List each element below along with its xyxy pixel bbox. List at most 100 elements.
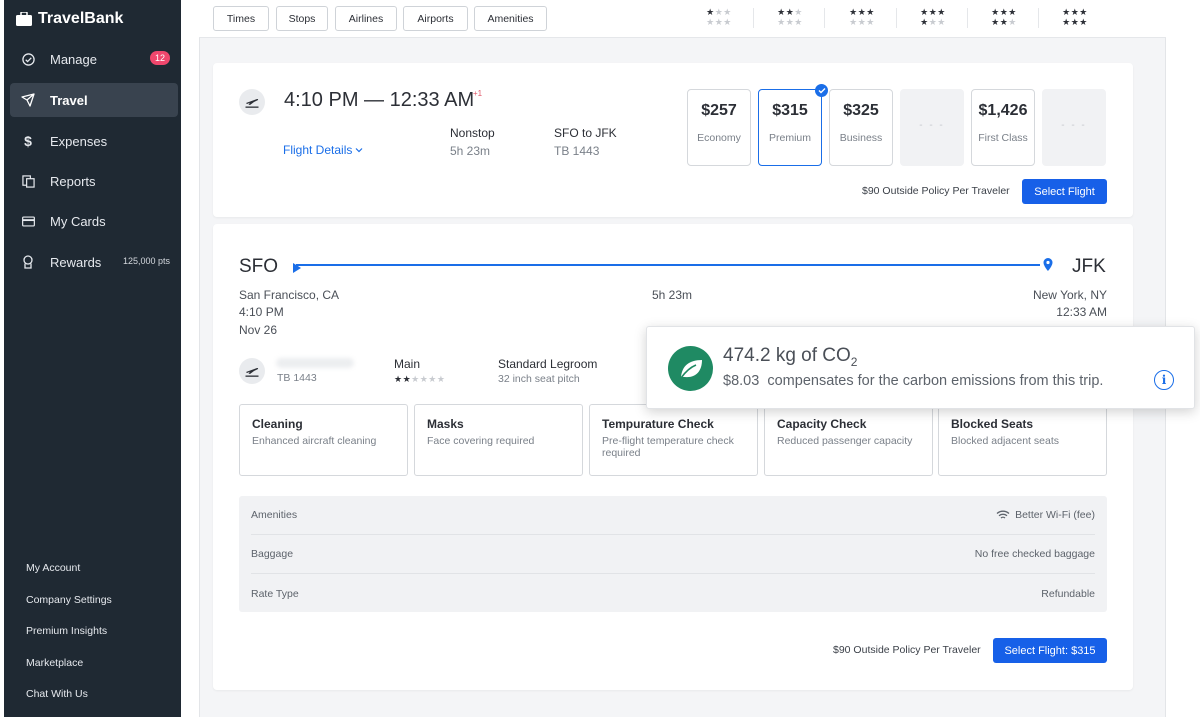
day-offset: +1 <box>473 89 483 98</box>
sidebar-item-rewards[interactable]: Rewards 125,000 pts <box>10 245 178 279</box>
legroom-title: Standard Legroom <box>498 357 598 371</box>
safety-blocked-seats: Blocked Seats Blocked adjacent seats <box>938 404 1107 476</box>
safety-desc: Enhanced aircraft cleaning <box>252 435 377 447</box>
cabin-rating-stars: ★★★★★★ <box>394 374 446 384</box>
selected-check-icon <box>815 84 828 97</box>
safety-title: Cleaning <box>252 417 303 431</box>
row-label: Amenities <box>251 509 298 521</box>
filter-airlines-button[interactable]: Airlines <box>335 6 397 31</box>
details-table: Amenities Better Wi-Fi (fee) Baggage No … <box>239 496 1107 612</box>
row-label: Baggage <box>251 548 294 560</box>
notification-badge: 12 <box>149 51 170 65</box>
row-label: Rate Type <box>251 587 299 600</box>
sidebar-item-manage[interactable]: Manage 12 <box>10 42 178 76</box>
card-icon <box>20 213 36 229</box>
sidebar: TravelBank Manage 12 Travel $ Expenses R… <box>4 0 181 717</box>
filter-times-button[interactable]: Times <box>213 6 269 31</box>
star-filter-2[interactable]: ★★★ ★★★ <box>770 7 810 27</box>
sidebar-item-travel[interactable]: Travel <box>10 83 178 117</box>
plane-icon <box>20 92 36 108</box>
dollar-icon: $ <box>24 133 32 149</box>
fare-empty-dash: - - - <box>1061 120 1087 131</box>
fare-class: First Class <box>978 132 1028 144</box>
info-icon[interactable]: i <box>1154 370 1174 390</box>
fare-empty-dash: - - - <box>919 120 945 131</box>
co2-description: $8.03 compensates for the carbon emissio… <box>723 373 1103 389</box>
flight-duration: 5h 23m <box>652 288 693 302</box>
premium-insights-link[interactable]: Premium Insights <box>26 625 107 637</box>
safety-title: Blocked Seats <box>951 417 1034 431</box>
fare-price: $315 <box>772 102 808 119</box>
my-account-link[interactable]: My Account <box>26 562 80 574</box>
plane-takeoff-icon <box>245 367 259 377</box>
row-value: Refundable <box>1041 587 1095 600</box>
divider <box>753 8 754 28</box>
safety-title: Tempurature Check <box>602 417 714 431</box>
fare-first-class[interactable]: $1,426 First Class <box>971 89 1035 166</box>
co2-subscript: 2 <box>850 354 858 369</box>
co2-text: compensates for the carbon emissions fro… <box>767 373 1104 389</box>
fare-economy[interactable]: $257 Economy <box>687 89 751 166</box>
duration: 5h 23m <box>450 144 491 158</box>
filter-amenities-button[interactable]: Amenities <box>474 6 547 31</box>
origin-code: SFO <box>239 256 279 277</box>
sidebar-item-reports[interactable]: Reports <box>10 164 178 198</box>
filter-stops-button[interactable]: Stops <box>276 6 328 31</box>
wifi-icon <box>996 510 1010 519</box>
fare-business[interactable]: $325 Business <box>829 89 893 166</box>
reports-icon <box>20 173 36 189</box>
route: SFO to JFK <box>554 126 617 140</box>
fare-premium[interactable]: $315 Premium <box>758 89 822 166</box>
co2-amount-text: 474.2 kg of CO <box>723 345 851 366</box>
safety-desc: Blocked adjacent seats <box>951 435 1059 447</box>
destination-pin-icon <box>1043 258 1053 276</box>
company-settings-link[interactable]: Company Settings <box>26 594 112 606</box>
sidebar-item-label: My Cards <box>50 213 106 229</box>
safety-masks: Masks Face covering required <box>414 404 583 476</box>
flight-number: TB 1443 <box>554 144 600 158</box>
fare-price: $1,426 <box>978 102 1028 119</box>
star-filter-4[interactable]: ★★★ ★★★ <box>913 7 953 27</box>
safety-desc: Pre-flight temperature check required <box>602 435 734 459</box>
sidebar-item-label: Manage <box>50 51 97 67</box>
detail-row-rate-type: Rate Type Refundable <box>251 574 1095 613</box>
departure-time: 4:10 PM <box>239 305 284 319</box>
row-value: Better Wi-Fi (fee) <box>996 509 1095 521</box>
co2-amount: 474.2 kg of CO2 <box>723 345 857 369</box>
leaf-icon <box>668 346 713 391</box>
detail-policy-note: $90 Outside Policy Per Traveler <box>833 644 981 656</box>
filter-airports-button[interactable]: Airports <box>403 6 468 31</box>
fare-class: Economy <box>697 132 741 144</box>
sidebar-item-label: Reports <box>50 173 96 189</box>
airline-name-blurred <box>276 358 354 368</box>
marketplace-link[interactable]: Marketplace <box>26 657 83 669</box>
safety-title: Capacity Check <box>777 417 867 431</box>
stops: Nonstop <box>450 126 495 140</box>
destination-city: New York, NY <box>1032 288 1107 302</box>
fare-class: Premium <box>768 132 811 144</box>
destination-code: JFK <box>1072 256 1106 277</box>
airline-logo <box>239 358 265 384</box>
star-filter-5[interactable]: ★★★ ★★★ <box>984 7 1024 27</box>
sidebar-item-expenses[interactable]: $ Expenses <box>10 124 178 158</box>
rewards-points: 125,000 pts <box>122 256 170 266</box>
select-flight-button[interactable]: Select Flight <box>1022 179 1107 204</box>
cabin-class: Main <box>394 357 421 371</box>
sidebar-item-my-cards[interactable]: My Cards <box>10 204 178 238</box>
detail-row-baggage: Baggage No free checked baggage <box>251 535 1095 574</box>
fare-class: Business <box>839 132 883 144</box>
row-value: No free checked baggage <box>974 548 1095 560</box>
carbon-offset-popup: 474.2 kg of CO2 $8.03 compensates for th… <box>646 326 1195 409</box>
chevron-down-icon <box>355 148 363 153</box>
star-filter-6[interactable]: ★★★ ★★★ <box>1055 7 1095 27</box>
co2-price: $8.03 <box>723 373 760 389</box>
star-filter-3[interactable]: ★★★ ★★★ <box>842 7 882 27</box>
wifi-text: Better Wi-Fi (fee) <box>1015 509 1095 521</box>
safety-temperature: Tempurature Check Pre-flight temperature… <box>589 404 758 476</box>
select-flight-price-button[interactable]: Select Flight: $315 <box>993 638 1107 663</box>
travelbank-logo[interactable]: TravelBank <box>16 10 123 28</box>
chat-with-us-link[interactable]: Chat With Us <box>26 688 88 700</box>
flight-times: 4:10 PM — 12:33 AM <box>284 89 475 111</box>
star-filter-1[interactable]: ★★★ ★★★ <box>699 7 739 27</box>
flight-details-link[interactable]: Flight Details <box>283 143 363 157</box>
